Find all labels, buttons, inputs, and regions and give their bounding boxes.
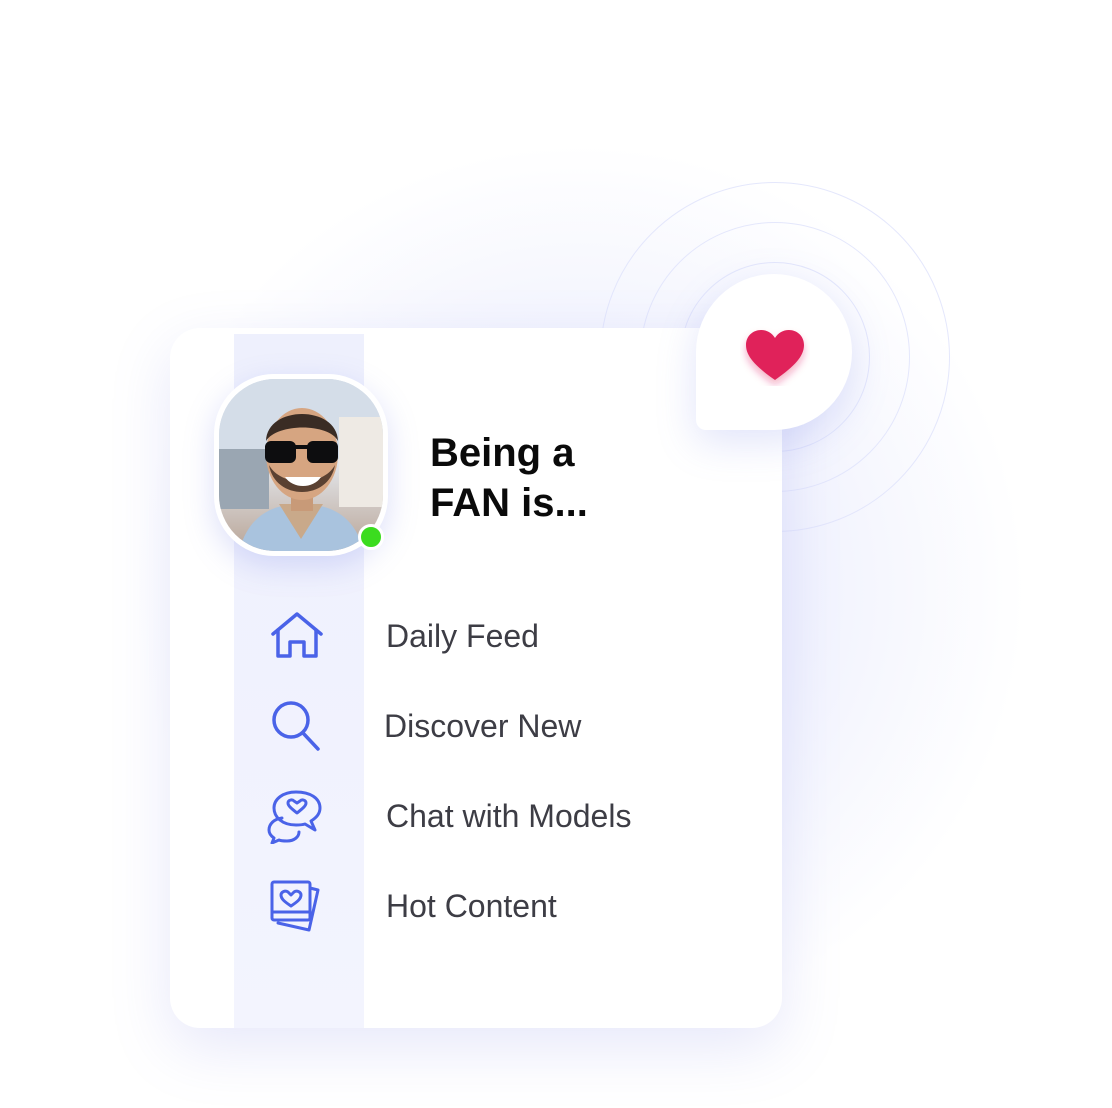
fan-card: Being a FAN is... Daily Feed Discover Ne…: [170, 328, 782, 1028]
menu-item-label: Hot Content: [386, 888, 557, 924]
photo-heart-icon: [266, 878, 328, 934]
menu-item-chat-with-models[interactable]: Chat with Models: [266, 780, 726, 850]
heart-icon: [746, 330, 804, 380]
menu-item-label: Daily Feed: [386, 618, 539, 654]
online-status-dot: [358, 524, 384, 550]
menu-item-label: Chat with Models: [386, 798, 632, 834]
like-bubble[interactable]: [696, 274, 852, 430]
avatar: [219, 379, 383, 551]
page-title: Being a FAN is...: [430, 431, 588, 525]
menu-item-label: Discover New: [384, 708, 582, 744]
menu-item-daily-feed[interactable]: Daily Feed: [266, 600, 726, 670]
search-icon: [266, 698, 328, 754]
home-icon: [266, 608, 328, 664]
chat-heart-icon: [266, 788, 328, 845]
menu-item-hot-content[interactable]: Hot Content: [266, 870, 726, 940]
menu-item-discover-new[interactable]: Discover New: [266, 690, 726, 760]
